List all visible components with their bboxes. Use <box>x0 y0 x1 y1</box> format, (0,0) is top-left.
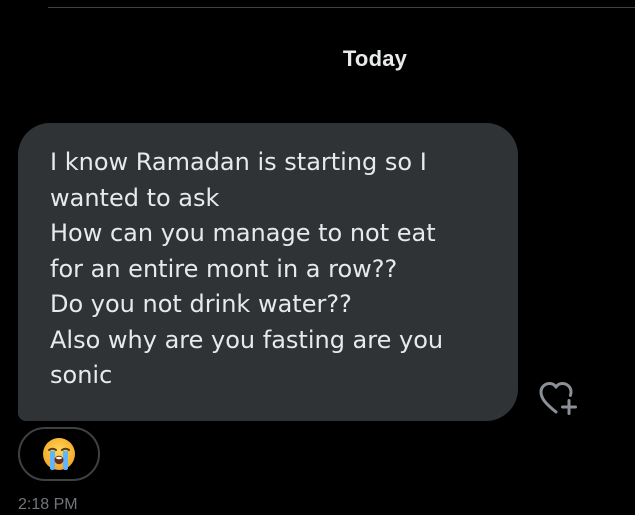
top-divider <box>48 7 635 8</box>
loudly-crying-face-icon <box>43 438 75 470</box>
add-reaction-button[interactable] <box>535 375 581 421</box>
reaction-chip[interactable] <box>18 427 100 481</box>
date-separator: Today <box>342 46 408 71</box>
message-bubble[interactable]: I know Ramadan is starting so I wanted t… <box>18 123 518 421</box>
message-text: I know Ramadan is starting so I wanted t… <box>50 148 444 389</box>
message-timestamp: 2:18 PM <box>18 496 78 513</box>
heart-plus-icon <box>539 382 578 416</box>
